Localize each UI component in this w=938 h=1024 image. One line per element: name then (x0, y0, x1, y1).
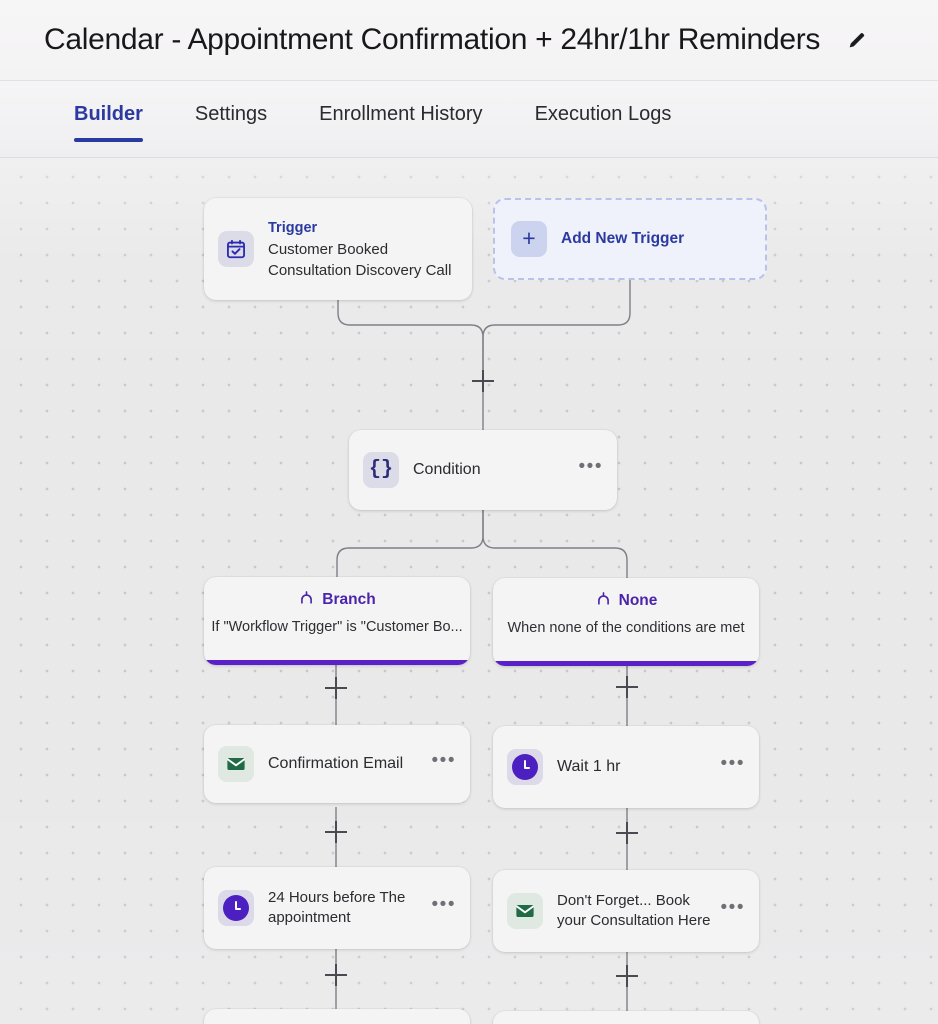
add-step-button-right-3[interactable] (616, 965, 638, 987)
node-branch-none[interactable]: None When none of the conditions are met (493, 578, 759, 666)
node-wait-1-hr[interactable]: Wait 1 hr ••• (493, 726, 759, 808)
plus-glyph: + (522, 224, 536, 251)
action-label: 24 Hours before The appointment (268, 889, 406, 926)
node-condition[interactable]: {} Condition ••• (349, 430, 617, 510)
workflow-builder-app: Calendar - Appointment Confirmation + 24… (0, 0, 938, 1024)
branch-fork-icon (595, 590, 612, 612)
trigger-kicker: Trigger (268, 219, 318, 236)
pencil-icon[interactable] (844, 27, 870, 53)
tab-builder[interactable]: Builder (74, 103, 143, 142)
node-confirmation-email[interactable]: Confirmation Email ••• (204, 725, 470, 803)
trigger-line-1: Customer Booked (268, 240, 389, 258)
tab-execution-logs[interactable]: Execution Logs (535, 103, 672, 142)
branch-accent-bar (493, 661, 759, 666)
email-icon (507, 893, 543, 929)
braces-icon: {} (363, 452, 399, 488)
trigger-text-block: Trigger Customer Booked Consultation Dis… (268, 218, 451, 281)
add-step-button-main[interactable] (472, 370, 494, 392)
clock-icon (507, 749, 543, 785)
node-dont-forget-email[interactable]: Don't Forget... Book your Consultation H… (493, 870, 759, 952)
add-step-button-right-1[interactable] (616, 676, 638, 698)
branch-description: If "Workflow Trigger" is "Customer Bo... (211, 619, 463, 635)
tab-settings[interactable]: Settings (195, 103, 267, 142)
branch-header: Branch (298, 589, 376, 611)
trigger-line-2: Consultation Discovery Call (268, 261, 452, 279)
app-header: Calendar - Appointment Confirmation + 24… (0, 0, 938, 80)
add-new-trigger-button[interactable]: + Add New Trigger (493, 198, 767, 280)
branch-description: When none of the conditions are met (507, 620, 745, 636)
condition-menu-button[interactable]: ••• (579, 457, 603, 476)
clock-icon (218, 890, 254, 926)
node-trigger[interactable]: Trigger Customer Booked Consultation Dis… (204, 198, 472, 300)
branch-header: None (595, 590, 658, 612)
workflow-canvas[interactable]: Trigger Customer Booked Consultation Dis… (0, 158, 938, 1024)
tab-bar: Builder Settings Enrollment History Exec… (0, 81, 938, 158)
node-branch-primary[interactable]: Branch If "Workflow Trigger" is "Custome… (204, 577, 470, 665)
add-step-button-left-1[interactable] (325, 677, 347, 699)
action-menu-button[interactable]: ••• (721, 754, 745, 773)
branch-fork-icon (298, 589, 315, 611)
action-menu-button[interactable]: ••• (432, 751, 456, 770)
add-step-button-right-2[interactable] (616, 822, 638, 844)
node-next-left-partial[interactable] (204, 1009, 470, 1024)
branch-title: None (618, 592, 658, 609)
email-icon (218, 746, 254, 782)
action-label: Don't Forget... Book your Consultation H… (557, 892, 711, 929)
tab-enrollment-history[interactable]: Enrollment History (319, 103, 482, 142)
calendar-check-icon (218, 231, 254, 267)
braces-glyph: {} (368, 458, 393, 481)
branch-accent-bar (204, 660, 470, 665)
action-label: Confirmation Email (268, 755, 404, 772)
condition-label: Condition (413, 461, 481, 478)
add-step-button-left-3[interactable] (325, 964, 347, 986)
add-new-trigger-label: Add New Trigger (561, 230, 685, 247)
clock-face (223, 895, 249, 921)
branch-title: Branch (322, 591, 376, 608)
action-label: Wait 1 hr (557, 758, 621, 775)
action-menu-button[interactable]: ••• (721, 898, 745, 917)
action-menu-button[interactable]: ••• (432, 895, 456, 914)
add-step-button-left-2[interactable] (325, 821, 347, 843)
plus-icon: + (511, 221, 547, 257)
page-title: Calendar - Appointment Confirmation + 24… (44, 23, 821, 56)
node-24-hours-before[interactable]: 24 Hours before The appointment ••• (204, 867, 470, 949)
node-next-right-partial[interactable] (493, 1011, 759, 1024)
clock-face (512, 754, 538, 780)
